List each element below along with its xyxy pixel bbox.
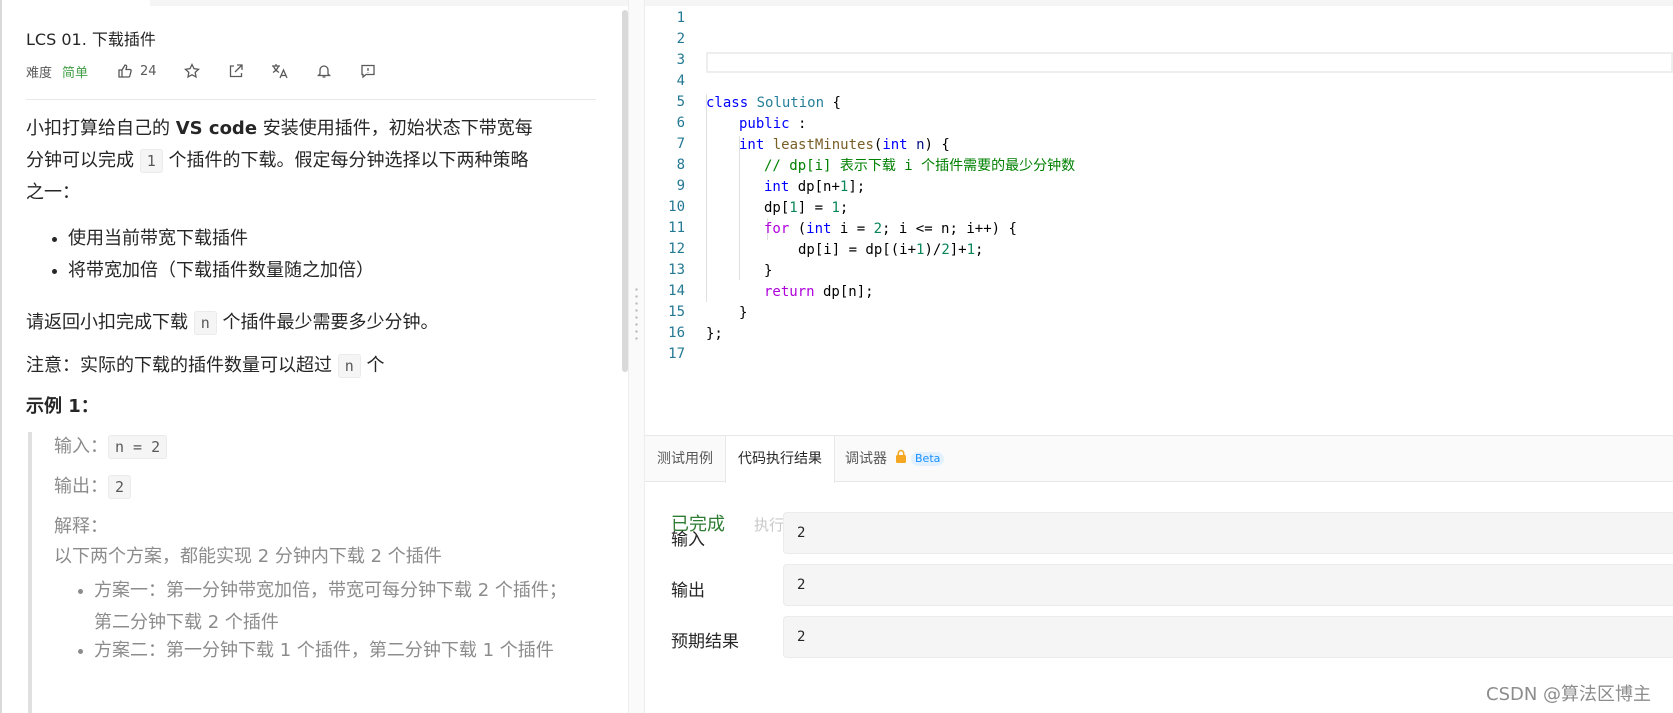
line-number: 5 xyxy=(676,94,685,110)
code-line: 2 xyxy=(645,28,1673,50)
output-label: 输出 xyxy=(671,581,705,601)
example-plan-2: 方案二：第一分钟下载 1 个插件，第二分钟下载 1 个插件 xyxy=(78,635,584,667)
expected-value-box: 2 xyxy=(783,616,1673,658)
example-input-label: 输入： xyxy=(54,436,108,457)
line-number: 17 xyxy=(668,346,685,362)
inline-code: n xyxy=(337,354,361,378)
code-line: 4 class Solution { xyxy=(645,70,1673,111)
bell-icon[interactable] xyxy=(315,62,333,80)
line-number: 14 xyxy=(668,283,685,299)
strategy-list: 使用当前带宽下载插件 将带宽加倍（下载插件数量随之加倍） xyxy=(52,223,374,287)
code-line: 6 int leastMinutes(int n) { xyxy=(645,112,1673,153)
description-text: 个插件的下载。假定每分钟选择以下两种策略 xyxy=(162,150,529,171)
code-line: 17 xyxy=(645,343,1673,365)
example-explain-label: 解释： xyxy=(54,516,108,537)
example-output: 输出： 2 xyxy=(54,472,132,499)
example-output-label: 输出： xyxy=(54,476,108,497)
note-text: 注意：实际的下载的插件数量可以超过 xyxy=(26,355,338,376)
problem-panel: LCS 01. 下载插件 难度 简单 24 小扣打算给自己的 VS code 安… xyxy=(0,0,628,713)
tab-debugger[interactable]: 调试器 Beta xyxy=(833,436,956,482)
code-line: 13 return dp[n]; xyxy=(645,259,1673,300)
list-item: 使用当前带宽下载插件 xyxy=(52,223,374,255)
inline-code: 1 xyxy=(139,149,163,173)
share-icon[interactable] xyxy=(227,62,245,80)
line-number: 7 xyxy=(676,136,685,152)
code-line: 3 xyxy=(645,49,1673,71)
line-number: 8 xyxy=(676,157,685,173)
code-line: 11 dp[i] = dp[(i+1)/2]+1; xyxy=(645,217,1673,258)
list-item: 将带宽加倍（下载插件数量随之加倍） xyxy=(52,255,374,287)
example-input-value: n = 2 xyxy=(108,435,168,459)
problem-meta-row: 难度 简单 24 xyxy=(26,60,377,82)
description-text: 分钟可以完成 xyxy=(26,150,140,171)
line-number: 1 xyxy=(676,10,685,26)
beta-badge: Beta xyxy=(911,452,945,466)
line-number: 15 xyxy=(668,304,685,320)
meta-divider xyxy=(26,99,596,100)
description-text: 请返回小扣完成下载 xyxy=(26,312,194,333)
input-label: 输入 xyxy=(671,530,705,550)
line-number: 11 xyxy=(668,220,685,236)
console-panel: 测试用例 代码执行结果 调试器Beta 已完成 执行用时：0 ms 输入 2 输… xyxy=(645,435,1673,713)
description-text: 小扣打算给自己的 xyxy=(26,118,176,139)
watermark: CSDN @算法区博主 xyxy=(1486,684,1652,705)
code-line: 12 } xyxy=(645,238,1673,279)
difficulty-label: 难度 xyxy=(26,65,53,81)
feedback-icon[interactable] xyxy=(359,62,377,80)
code-line: 16 xyxy=(645,322,1673,344)
example-title: 示例 1： xyxy=(26,396,99,417)
example-explain-text: 以下两个方案，都能实现 2 分钟内下载 2 个插件 xyxy=(54,546,442,567)
description-paragraph: 小扣打算给自己的 VS code 安装使用插件，初始状态下带宽每 分钟可以完成 … xyxy=(26,113,598,209)
code-line: 5 public : xyxy=(645,91,1673,132)
code-editor[interactable]: 1 2 3 4 class Solution { 5 public : 6 in… xyxy=(645,0,1673,435)
output-value-box: 2 xyxy=(783,564,1673,606)
code-line: 1 xyxy=(645,7,1673,29)
line-number: 10 xyxy=(668,199,685,215)
thumbs-up-icon[interactable] xyxy=(116,62,134,80)
example-plan-1: 方案一：第一分钟带宽加倍，带宽可每分钟下载 2 个插件；第二分钟下载 2 个插件 xyxy=(78,575,584,639)
line-number: 6 xyxy=(676,115,685,131)
description-text: 安装使用插件，初始状态下带宽每 xyxy=(257,118,533,139)
splitter-grip-icon[interactable] xyxy=(635,286,638,342)
console-tab-bar: 测试用例 代码执行结果 调试器 Beta xyxy=(645,436,1673,483)
code-line: 10 for (int i = 2; i <= n; i++) { xyxy=(645,196,1673,237)
problem-title: LCS 01. 下载插件 xyxy=(26,30,156,49)
line-number: 13 xyxy=(668,262,685,278)
code-line: 15 }; xyxy=(645,301,1673,342)
code-line: 14 } xyxy=(645,280,1673,321)
tab-run-result[interactable]: 代码执行结果 xyxy=(725,436,835,483)
code-line: 9 dp[1] = 1; xyxy=(645,175,1673,216)
line-number: 9 xyxy=(676,178,685,194)
expected-label: 预期结果 xyxy=(671,632,739,652)
lock-icon xyxy=(895,436,907,482)
inline-code: n xyxy=(193,311,217,335)
description-text: 个插件最少需要多少分钟。 xyxy=(216,312,439,333)
code-line: 7 // dp[i] 表示下载 i 个插件需要的最少分钟数 xyxy=(645,133,1673,174)
input-value-box: 2 xyxy=(783,512,1673,554)
line-number: 16 xyxy=(668,325,685,341)
example-input: 输入： n = 2 xyxy=(54,432,168,459)
line-number: 4 xyxy=(676,73,685,89)
tab-testcases[interactable]: 测试用例 xyxy=(645,436,725,482)
vscode-term: VS code xyxy=(175,118,258,139)
line-number: 12 xyxy=(668,241,685,257)
editor-top-strip xyxy=(645,0,1673,6)
question-paragraph: 请返回小扣完成下载 n 个插件最少需要多少分钟。 xyxy=(26,307,598,339)
example-output-value: 2 xyxy=(108,475,132,499)
translate-icon[interactable] xyxy=(271,62,289,80)
panel-top-strip xyxy=(2,0,628,6)
like-count: 24 xyxy=(140,63,157,79)
star-icon[interactable] xyxy=(183,62,201,80)
description-text: 之一： xyxy=(26,182,80,203)
tab-debugger-label: 调试器 xyxy=(845,451,887,467)
example-block: 输入： n = 2 输出： 2 解释： 以下两个方案，都能实现 2 分钟内下载 2 … xyxy=(28,432,598,713)
difficulty-value: 简单 xyxy=(62,65,89,81)
line-number: 3 xyxy=(676,52,685,68)
panel-splitter[interactable] xyxy=(628,0,645,713)
code-line: 8 int dp[n+1]; xyxy=(645,154,1673,195)
note-text: 个 xyxy=(360,355,385,376)
line-number: 2 xyxy=(676,31,685,47)
note-paragraph: 注意：实际的下载的插件数量可以超过 n 个 xyxy=(26,350,598,382)
